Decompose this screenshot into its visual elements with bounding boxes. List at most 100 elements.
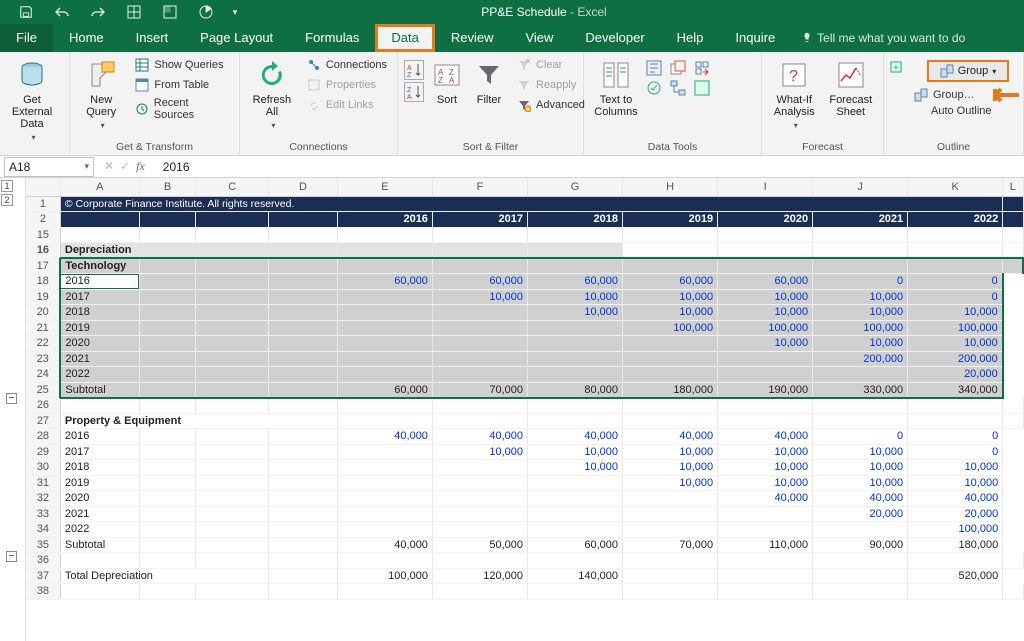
cell[interactable]	[139, 305, 196, 321]
cell[interactable]	[337, 367, 432, 383]
cell[interactable]	[527, 584, 622, 600]
cell[interactable]: 70,000	[432, 382, 527, 398]
qat-borders-icon[interactable]	[118, 2, 150, 22]
cell[interactable]	[269, 305, 338, 321]
save-icon[interactable]	[10, 2, 42, 22]
cell[interactable]	[1003, 553, 1023, 569]
tab-page-layout[interactable]: Page Layout	[184, 24, 289, 52]
cell[interactable]	[527, 227, 622, 243]
consolidate-icon[interactable]	[694, 60, 710, 76]
cell[interactable]	[337, 305, 432, 321]
cell[interactable]	[269, 351, 338, 367]
cell[interactable]	[718, 413, 813, 429]
tab-file[interactable]: File	[0, 24, 53, 52]
cell[interactable]: 40,000	[908, 491, 1003, 507]
cell[interactable]	[432, 258, 527, 274]
cell[interactable]	[139, 274, 196, 290]
cell[interactable]	[813, 398, 908, 414]
cell[interactable]	[196, 289, 269, 305]
cell[interactable]	[269, 584, 338, 600]
qat-chart-icon[interactable]	[190, 2, 222, 22]
cell[interactable]	[432, 336, 527, 352]
cell[interactable]	[718, 351, 813, 367]
cell[interactable]: 10,000	[813, 305, 908, 321]
cell[interactable]	[269, 475, 338, 491]
cell[interactable]	[718, 367, 813, 383]
cell[interactable]: 20,000	[908, 506, 1003, 522]
cell[interactable]	[623, 336, 718, 352]
cell[interactable]	[337, 444, 432, 460]
cell[interactable]: 200,000	[908, 351, 1003, 367]
row-header[interactable]: 28	[26, 429, 60, 445]
sort-asc-icon[interactable]: AZ	[404, 60, 424, 80]
cell[interactable]	[432, 398, 527, 414]
cell[interactable]	[1003, 196, 1023, 212]
row-header[interactable]: 34	[26, 522, 60, 538]
cell[interactable]	[269, 537, 338, 553]
cell[interactable]	[139, 444, 196, 460]
outline-collapse-pe[interactable]: −	[6, 551, 17, 562]
row-header[interactable]: 25	[26, 382, 60, 398]
cell[interactable]	[813, 584, 908, 600]
cell[interactable]: 20,000	[908, 367, 1003, 383]
cell[interactable]: 340,000	[908, 382, 1003, 398]
cell[interactable]	[60, 553, 139, 569]
cancel-formula-icon[interactable]: ✕	[104, 159, 114, 174]
cell[interactable]	[196, 444, 269, 460]
new-query-button[interactable]: New Query	[76, 56, 126, 132]
cell[interactable]	[908, 553, 1003, 569]
cell[interactable]	[432, 522, 527, 538]
cell[interactable]: 2019	[60, 475, 139, 491]
cell[interactable]	[139, 258, 196, 274]
cell[interactable]	[432, 320, 527, 336]
cell[interactable]	[718, 258, 813, 274]
cell[interactable]: © Corporate Finance Institute. All right…	[60, 196, 1002, 212]
cell[interactable]: 10,000	[718, 289, 813, 305]
cell[interactable]	[527, 398, 622, 414]
cell[interactable]	[337, 227, 432, 243]
cell[interactable]: 2022	[60, 522, 139, 538]
cell[interactable]	[269, 258, 338, 274]
cell[interactable]: 10,000	[718, 305, 813, 321]
recent-sources-button[interactable]: Recent Sources	[130, 96, 233, 122]
row-header[interactable]: 17	[26, 258, 60, 274]
cell[interactable]	[196, 460, 269, 476]
cell[interactable]: 100,000	[623, 320, 718, 336]
cell[interactable]: 10,000	[813, 460, 908, 476]
sort-desc-icon[interactable]: ZA	[404, 82, 424, 102]
cell[interactable]	[527, 506, 622, 522]
cell[interactable]: 10,000	[718, 444, 813, 460]
cell[interactable]	[1003, 212, 1023, 228]
cell[interactable]	[269, 382, 338, 398]
cell[interactable]	[139, 320, 196, 336]
text-to-columns-button[interactable]: Text to Columns	[590, 56, 642, 118]
cell[interactable]	[718, 522, 813, 538]
cell[interactable]: 10,000	[813, 289, 908, 305]
cell[interactable]	[527, 351, 622, 367]
cell[interactable]	[718, 243, 813, 259]
cell[interactable]	[527, 320, 622, 336]
cell[interactable]	[337, 289, 432, 305]
row-header[interactable]: 22	[26, 336, 60, 352]
tab-home[interactable]: Home	[53, 24, 120, 52]
tab-view[interactable]: View	[509, 24, 569, 52]
cell[interactable]	[432, 243, 527, 259]
row-header[interactable]: 18	[26, 274, 60, 290]
cell[interactable]	[139, 429, 196, 445]
cell[interactable]	[269, 320, 338, 336]
cell[interactable]	[139, 522, 196, 538]
cell[interactable]: 10,000	[527, 444, 622, 460]
forecast-sheet-button[interactable]: Forecast Sheet	[825, 56, 878, 118]
cell[interactable]	[196, 367, 269, 383]
cell[interactable]	[139, 382, 196, 398]
cell[interactable]	[269, 491, 338, 507]
cell[interactable]	[139, 398, 196, 414]
advanced-filter-button[interactable]: Advanced	[512, 96, 589, 114]
cell[interactable]	[623, 243, 718, 259]
cell[interactable]	[269, 212, 338, 228]
cell[interactable]: 40,000	[718, 429, 813, 445]
row-header[interactable]: 19	[26, 289, 60, 305]
row-header[interactable]: 20	[26, 305, 60, 321]
cell[interactable]: Subtotal	[60, 382, 139, 398]
cell[interactable]: 0	[813, 274, 908, 290]
